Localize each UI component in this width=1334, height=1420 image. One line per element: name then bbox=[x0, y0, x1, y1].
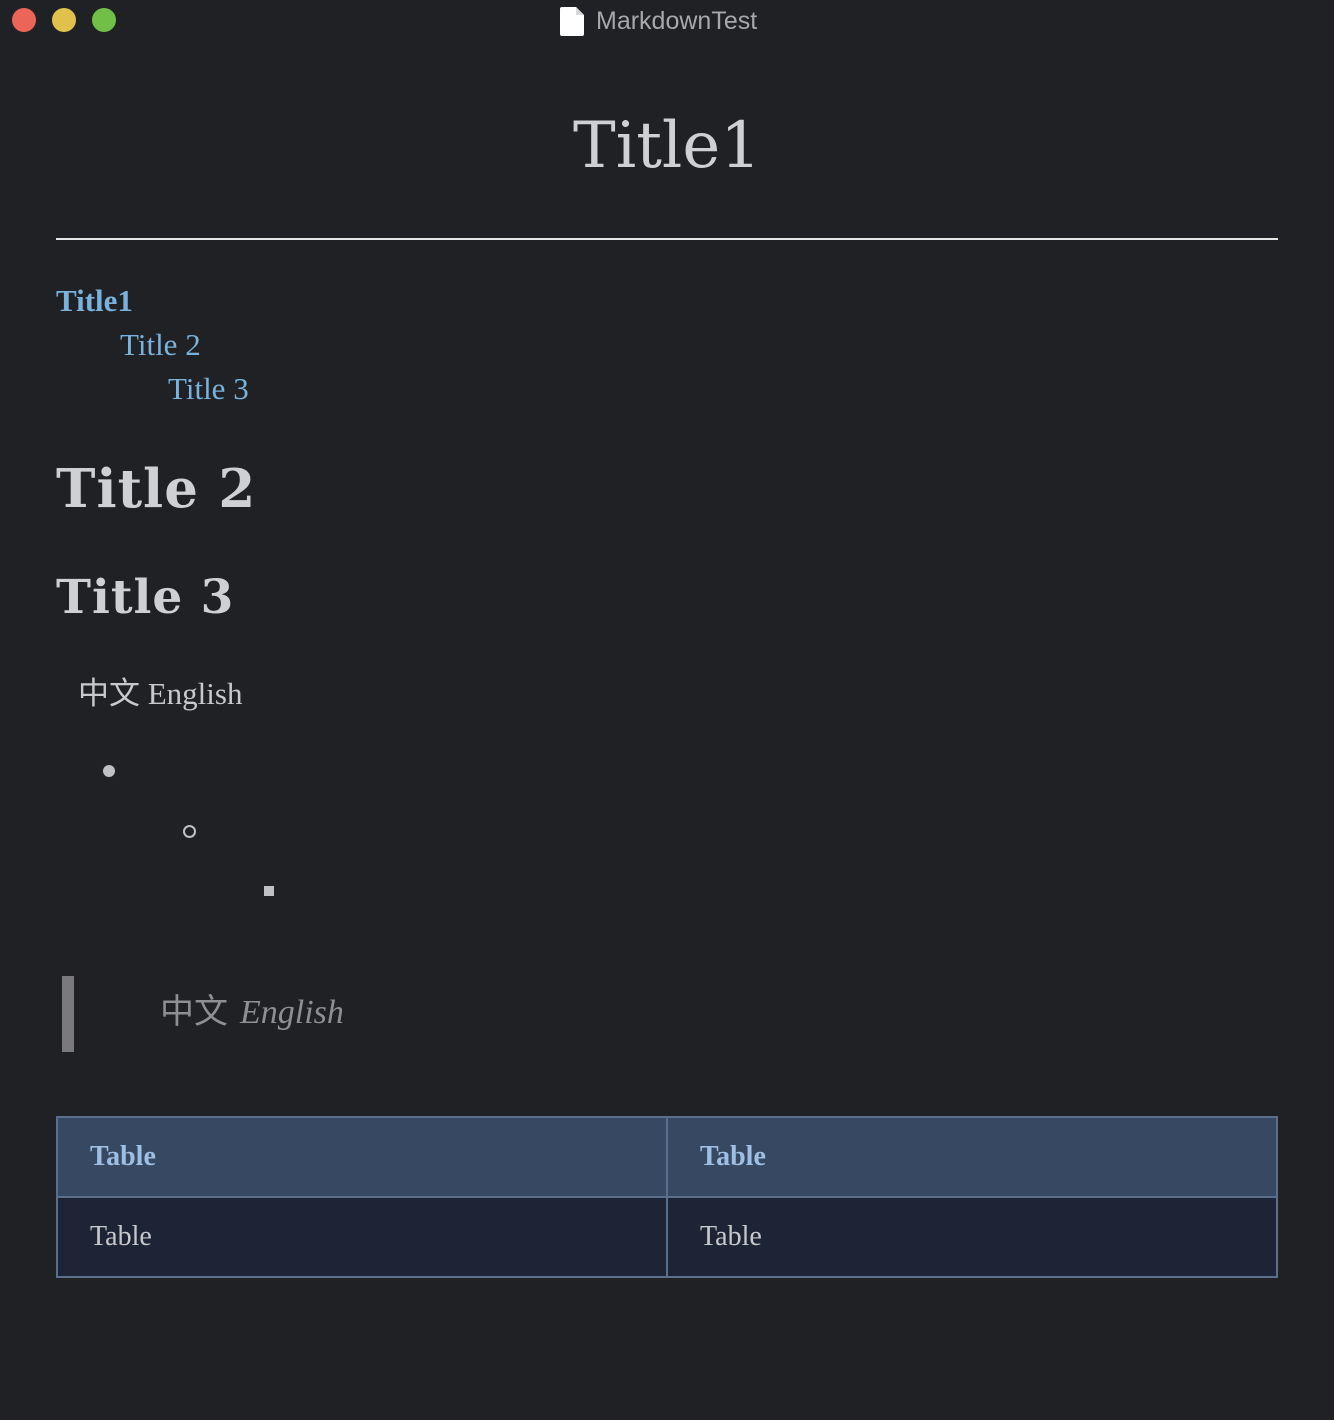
close-button[interactable] bbox=[12, 8, 36, 32]
toc-link-title1[interactable]: Title1 bbox=[56, 283, 133, 319]
toc-link-title-2[interactable]: Title 2 bbox=[120, 327, 201, 363]
disc-bullet-icon bbox=[103, 765, 115, 777]
markdown-window: MarkdownTest Title1 Title1 Title 2 Title… bbox=[0, 0, 1334, 1420]
zoom-button[interactable] bbox=[92, 8, 116, 32]
paragraph-text: 中文 English bbox=[78, 676, 243, 711]
heading-3: Title 3 bbox=[56, 570, 235, 625]
table-header-row: Table Table bbox=[56, 1116, 1278, 1198]
heading-1: Title1 bbox=[573, 109, 761, 183]
document-icon bbox=[560, 6, 584, 36]
circle-bullet-icon bbox=[183, 825, 196, 838]
heading-2: Title 2 bbox=[56, 458, 257, 520]
table-cell: Table bbox=[666, 1196, 1278, 1278]
title-bar[interactable]: MarkdownTest bbox=[0, 0, 1334, 42]
markdown-table: Table Table Table Table bbox=[56, 1116, 1278, 1278]
blockquote-cjk-text: 中文 bbox=[160, 992, 228, 1032]
minimize-button[interactable] bbox=[52, 8, 76, 32]
blockquote-text: 中文 English bbox=[160, 990, 344, 1035]
window-title-text: MarkdownTest bbox=[596, 6, 758, 35]
table-header-cell: Table bbox=[666, 1116, 1278, 1198]
square-bullet-icon bbox=[264, 886, 274, 896]
horizontal-rule bbox=[56, 238, 1278, 240]
window-title: MarkdownTest bbox=[560, 5, 757, 37]
table-cell: Table bbox=[56, 1196, 668, 1278]
table-header-cell: Table bbox=[56, 1116, 668, 1198]
table-row: Table Table bbox=[56, 1196, 1278, 1278]
toc-link-title-3[interactable]: Title 3 bbox=[168, 371, 249, 407]
blockquote-bar bbox=[62, 976, 74, 1052]
blockquote-emphasis-text: English bbox=[240, 994, 344, 1031]
